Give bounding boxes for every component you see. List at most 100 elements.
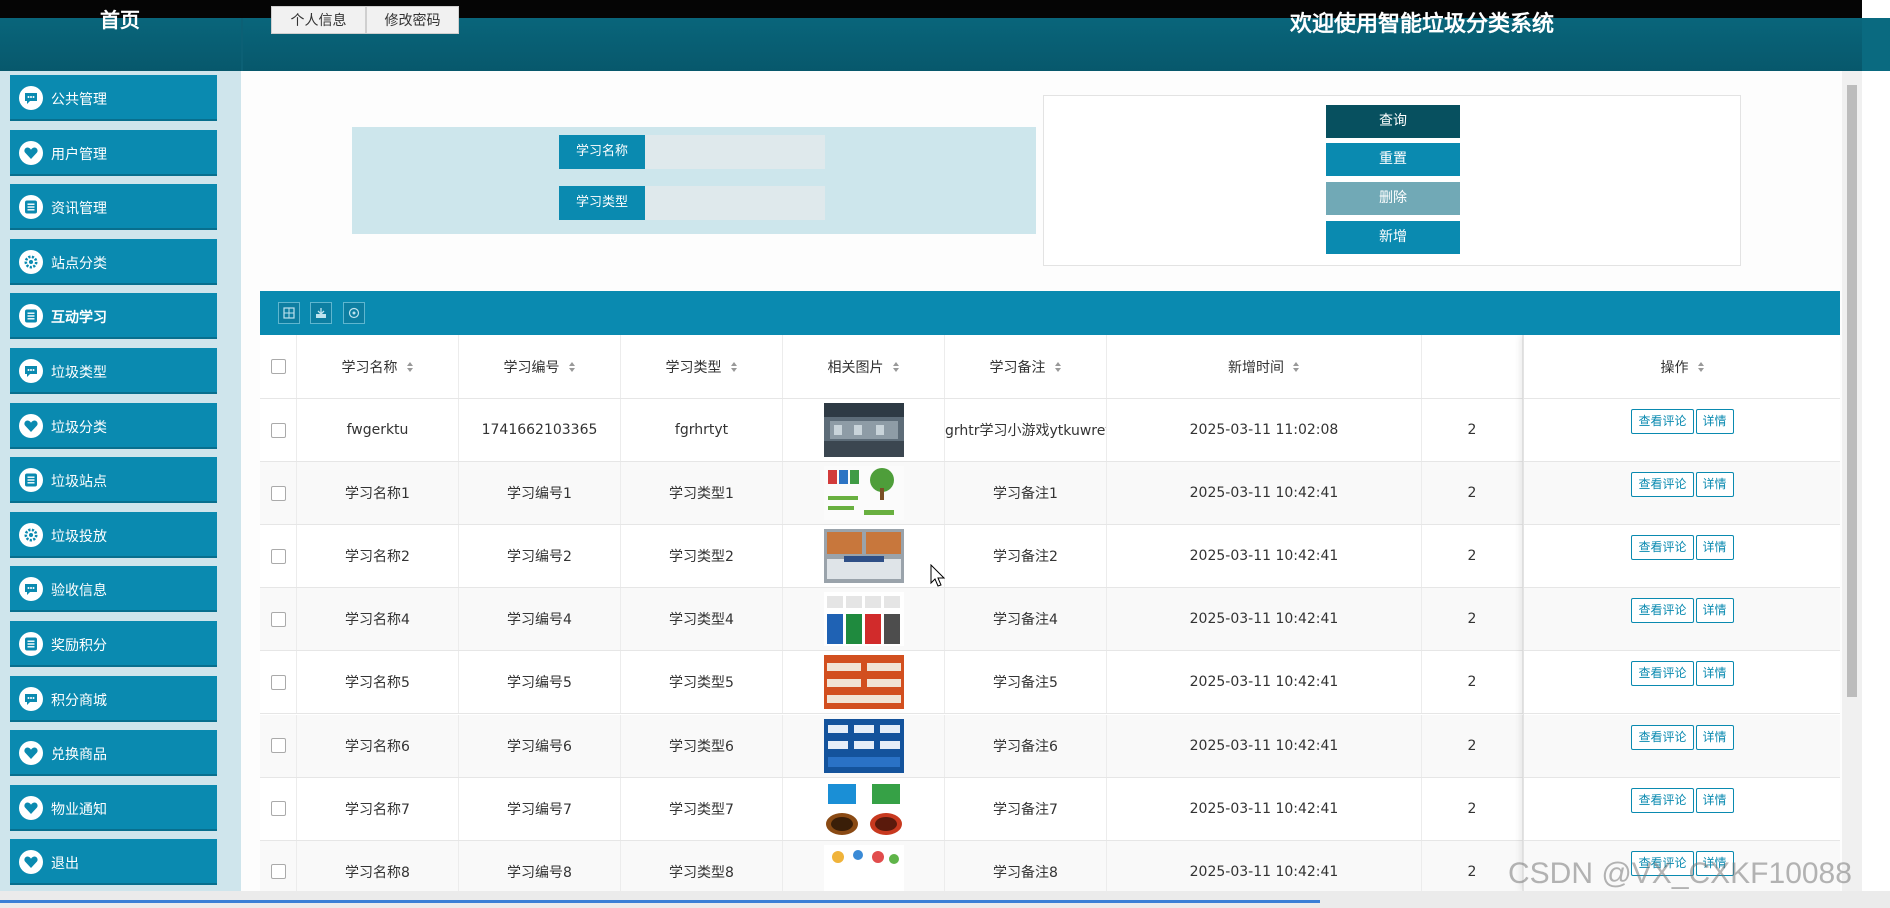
cell-code: 学习编号1	[459, 462, 621, 525]
details-button[interactable]: 详情	[1695, 472, 1734, 498]
cell-type: 学习类型8	[621, 840, 783, 891]
sort-icon[interactable]	[1292, 361, 1300, 373]
details-button[interactable]: 详情	[1695, 661, 1734, 687]
column-header-label: 相关图片	[827, 359, 884, 376]
list-icon	[19, 468, 43, 493]
column-header[interactable]: 相关图片	[783, 335, 945, 398]
view-comments-button[interactable]: 查看评论	[1631, 535, 1694, 561]
image-cell	[783, 651, 945, 714]
sort-icon[interactable]	[730, 361, 738, 373]
row-checkbox[interactable]	[270, 485, 286, 501]
sidebar-item-4[interactable]: 站点分类	[10, 238, 217, 285]
sidebar-item-6[interactable]: 垃圾类型	[10, 348, 217, 394]
cell-time: 2025-03-11 10:42:41	[1107, 651, 1422, 714]
view-comments-button[interactable]: 查看评论	[1631, 661, 1694, 687]
image-cell	[783, 399, 945, 462]
cell-code: 学习编号8	[459, 840, 621, 891]
column-header[interactable]: 操作	[1524, 335, 1840, 399]
details-button[interactable]: 详情	[1695, 598, 1734, 624]
print-icon[interactable]	[343, 302, 365, 324]
heart-icon	[19, 413, 43, 438]
cell-type: 学习类型4	[621, 588, 783, 651]
sort-icon[interactable]	[568, 361, 576, 373]
sidebar-item-15[interactable]: 退出	[10, 839, 217, 886]
image-cell	[783, 714, 945, 777]
heart-icon	[19, 795, 43, 820]
column-header[interactable]: 学习编号	[459, 335, 621, 398]
sidebar-item-11[interactable]: 奖励积分	[10, 621, 217, 667]
view-comments-button[interactable]: 查看评论	[1631, 598, 1694, 624]
row-checkbox[interactable]	[270, 611, 286, 627]
search-name-label: 学习名称	[559, 135, 645, 169]
cell-code: 学习编号6	[459, 714, 621, 777]
thumbnail-image	[823, 655, 904, 710]
sidebar-item-14[interactable]: 物业通知	[10, 784, 217, 831]
cell-extra: 2	[1422, 462, 1523, 525]
column-header[interactable]: 新增时间	[1107, 335, 1422, 398]
sidebar-item-2[interactable]: 用户管理	[10, 129, 217, 176]
sidebar-item-7[interactable]: 垃圾分类	[10, 402, 217, 449]
row-actions: 查看评论 详情	[1524, 588, 1840, 652]
sidebar-item-8[interactable]: 垃圾站点	[10, 457, 217, 504]
row-select-cell	[260, 588, 297, 651]
details-button[interactable]: 详情	[1695, 535, 1734, 561]
tab-profile[interactable]: 个人信息	[271, 6, 366, 34]
sidebar-item-12[interactable]: 积分商城	[10, 675, 217, 722]
delete-button[interactable]: 删除	[1326, 182, 1460, 215]
search-type-input[interactable]	[645, 186, 825, 220]
tab-change-password[interactable]: 修改密码	[366, 6, 459, 34]
chat-icon	[19, 577, 43, 602]
column-header[interactable]: 学习名称	[297, 335, 459, 398]
sort-icon[interactable]	[406, 361, 414, 373]
sidebar-item-label: 互动学习	[51, 310, 107, 327]
row-checkbox[interactable]	[270, 422, 286, 438]
reset-button[interactable]: 重置	[1326, 143, 1460, 176]
sidebar-item-5[interactable]: 互动学习	[10, 293, 217, 340]
row-actions: 查看评论 详情	[1524, 651, 1840, 715]
view-comments-button[interactable]: 查看评论	[1631, 472, 1694, 498]
export-icon[interactable]	[310, 302, 332, 324]
sidebar-item-1[interactable]: 公共管理	[10, 75, 217, 121]
row-checkbox[interactable]	[270, 864, 286, 880]
sort-icon[interactable]	[1697, 361, 1705, 373]
sidebar-item-3[interactable]: 资讯管理	[10, 184, 217, 231]
list-icon	[19, 632, 43, 656]
row-checkbox[interactable]	[270, 801, 286, 817]
thumbnail-image	[823, 781, 904, 836]
details-button[interactable]: 详情	[1695, 409, 1734, 434]
operation-column: 操作 查看评论 详情 查看评论 详情 查看评论 详情 查看评论 详情 查看评论 详情 查看评论 详情 查看…	[1523, 335, 1840, 891]
sidebar-item-9[interactable]: 垃圾投放	[10, 511, 217, 558]
view-comments-button[interactable]: 查看评论	[1631, 787, 1694, 813]
details-button[interactable]: 详情	[1695, 787, 1734, 813]
view-comments-button[interactable]: 查看评论	[1631, 409, 1694, 434]
query-button[interactable]: 查询	[1326, 105, 1460, 138]
row-checkbox[interactable]	[270, 674, 286, 690]
cell-type: fgrhrtyt	[621, 399, 783, 462]
home-link[interactable]: 首页	[0, 4, 240, 33]
details-button[interactable]: 详情	[1695, 724, 1734, 750]
column-header[interactable]: 学习备注	[945, 335, 1107, 398]
view-comments-button[interactable]: 查看评论	[1631, 724, 1694, 750]
cell-extra: 2	[1422, 525, 1523, 588]
gear-icon	[19, 249, 43, 274]
thumbnail-image	[823, 529, 904, 584]
cell-time: 2025-03-11 10:42:41	[1107, 840, 1422, 891]
add-button[interactable]: 新增	[1326, 221, 1460, 254]
heart-icon	[19, 741, 43, 766]
sidebar-item-13[interactable]: 兑换商品	[10, 730, 217, 777]
columns-icon[interactable]	[278, 302, 300, 324]
row-select-cell	[260, 840, 297, 891]
select-all-checkbox[interactable]	[270, 359, 286, 374]
cell-type: 学习类型6	[621, 714, 783, 777]
row-checkbox[interactable]	[270, 548, 286, 564]
sidebar-item-10[interactable]: 验收信息	[10, 566, 217, 613]
scrollbar-thumb[interactable]	[1847, 85, 1857, 697]
column-header[interactable]: 学习类型	[621, 335, 783, 398]
vertical-scrollbar[interactable]	[1842, 71, 1862, 891]
row-checkbox[interactable]	[270, 738, 286, 754]
sort-icon[interactable]	[892, 361, 900, 373]
search-name-input[interactable]	[645, 135, 825, 169]
chat-icon	[19, 86, 43, 110]
sort-icon[interactable]	[1054, 361, 1062, 373]
table-toolbar	[260, 291, 1840, 335]
